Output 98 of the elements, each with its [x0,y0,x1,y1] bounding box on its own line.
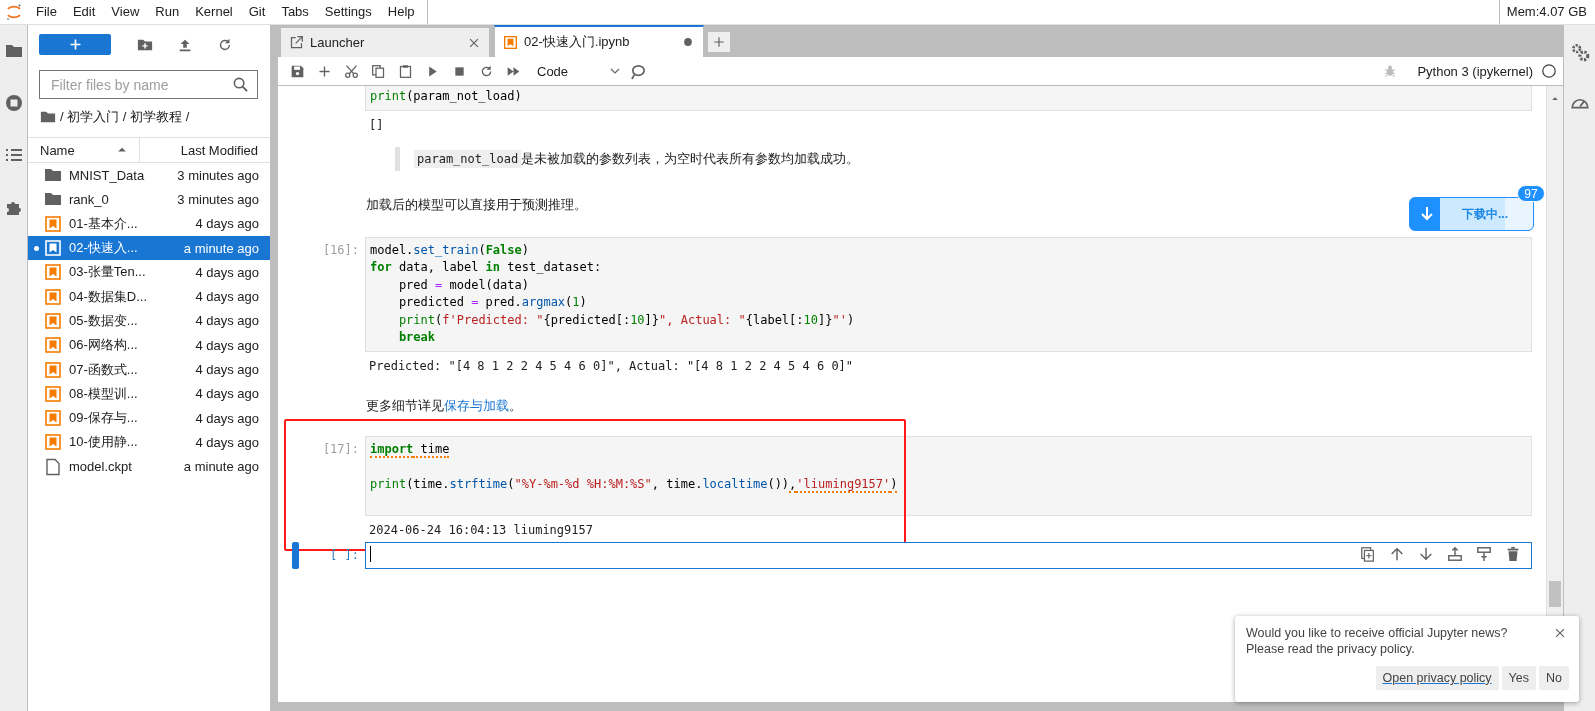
notebook-icon [44,263,62,282]
notebook-icon [44,287,62,306]
file-row[interactable]: 09-保存与... 4 days ago [28,405,270,431]
code-editor[interactable]: import time print(time.strftime("%Y-%m-%d %H:%M:%S", time.localtime()),'liuming9157') [365,435,1532,516]
menu-item[interactable]: Edit [64,0,104,24]
paragraph: 加载后的模型可以直接用于预测推理。 [366,195,587,214]
insert-below-icon[interactable] [1476,545,1492,562]
breadcrumb[interactable]: / 初学入门 / 初学教程 / [60,108,190,126]
file-row[interactable]: 05-数据变... 4 days ago [28,308,270,334]
tab[interactable]: 02-快速入门.ipynb [494,25,704,57]
code-line: print(time.strftime("%Y-%m-%d %H:%M:%S", time.localtime()),'liuming9157') [370,475,898,493]
trash-icon[interactable] [1505,545,1521,562]
text-cursor [370,546,371,562]
menu-item[interactable]: View [103,0,148,24]
file-row[interactable]: 04-数据集D... 4 days ago [28,284,270,309]
cell-prompt: [ ]: [330,547,359,562]
link[interactable]: 保存与加载 [444,397,509,413]
file-row[interactable]: 03-张量Ten... 4 days ago [28,260,270,285]
code-editor[interactable] [365,541,1532,569]
notebook-icon [44,409,62,428]
code-line: print(param_not_load) [370,88,522,105]
arrow-down-icon[interactable] [1418,545,1434,562]
active-cell-bar[interactable] [292,541,299,569]
code-editor[interactable]: model.set_train(False) for data, label in test_dataset: pred = model(data) predicted = pred.argmax(1) print(f'Predicted: "{predicted[:10]}", Actual: "{label[:10]}"') break [365,236,1532,352]
cell-prompt: [16]: [322,242,359,257]
code-line: import time [370,440,450,458]
scroll-thumb[interactable] [1549,581,1561,607]
file-row[interactable]: 10-使用静... 4 days ago [28,430,270,455]
menu-item[interactable]: Run [147,0,188,24]
code-line: for data, label in test_dataset: [370,259,602,276]
file-row[interactable]: MNIST_Data 3 minutes ago [28,163,270,188]
notebook-icon [44,360,62,379]
paste-icon[interactable] [398,63,413,79]
menu-item[interactable]: File [28,0,65,24]
code-line: print(f'Predicted: "{predicted[:10]}", Actual: "{label[:10]}"') [397,311,855,329]
column-header[interactable]: Last Modified [140,138,270,162]
folder-icon[interactable] [40,109,56,125]
notebook-icon [44,311,62,330]
kernel-name[interactable]: Python 3 (ipykernel) [1417,63,1533,79]
file-row[interactable]: 07-函数式... 4 days ago [28,357,270,382]
download-icon [1418,205,1436,223]
filter-box[interactable]: Filter files by name [39,70,258,99]
code-line: break [397,329,436,346]
file-row[interactable]: 01-基本介... 4 days ago [28,211,270,236]
menu-item[interactable]: Help [379,0,423,24]
notebook-icon [44,336,62,355]
notification-button[interactable]: No [1539,666,1569,690]
folder-icon[interactable] [4,42,23,60]
file-row[interactable]: 08-模型训... 4 days ago [28,381,270,406]
notebook-icon [503,34,518,50]
notification-button[interactable]: Yes [1501,666,1536,690]
arrow-up-icon[interactable] [1389,545,1405,562]
save-icon[interactable] [290,63,305,79]
file-row[interactable]: 06-网络构... 4 days ago [28,333,270,358]
code-line: pred = model(data) [397,276,529,294]
cell-output: 2024-06-24 16:04:13 liuming9157 [369,522,593,537]
file-row[interactable]: model.ckpt a minute ago [28,454,270,479]
stop-circle-icon[interactable] [4,94,23,112]
jupyter-logo [5,3,23,21]
close-icon[interactable] [1553,626,1567,640]
unsaved-dot-icon[interactable] [681,35,695,49]
kernel-status-icon [1541,63,1557,79]
cell-type-dropdown[interactable]: Code [537,61,621,81]
insert-above-icon[interactable] [1447,545,1463,562]
notebook-icon [44,433,62,452]
gears-icon[interactable] [1569,42,1590,62]
cut-icon[interactable] [344,63,359,79]
paragraph: 更多细节详见保存与加载。 [366,396,522,415]
notebook-icon [44,384,62,403]
list-icon[interactable] [4,146,23,164]
tab[interactable]: Launcher [280,27,490,57]
menu-item[interactable]: Git [240,0,274,24]
quote-text: param_not_load 是未被加载的参数列表，为空时代表所有参数均加载成功。 [414,148,860,169]
notification-text: Please read the privacy policy. [1246,641,1415,657]
launcher-icon [289,35,304,50]
memory-usage: Mem:4.07 GB [1498,0,1595,24]
file-icon [44,457,62,476]
code-line: predicted = pred.argmax(1) [397,294,587,311]
code-editor[interactable]: print(param_not_load) [365,86,1532,111]
code-line: model.set_train(False) [370,241,529,259]
notebook-icon [44,239,62,258]
copy-icon[interactable] [371,63,386,79]
search-icon[interactable] [232,76,249,93]
file-row[interactable]: 02-快速入... a minute ago [28,235,270,261]
cell-prompt: [17]: [322,441,359,456]
cell-output: Predicted: "[4 8 1 2 2 4 5 4 6 0]", Actual: "[4 8 1 2 2 4 5 4 6 0]" [369,358,854,373]
notification-text: Would you like to receive official Jupyter news? [1246,625,1508,641]
column-header[interactable]: Name [28,138,140,162]
duplicate-icon[interactable] [1360,545,1376,562]
menu-item[interactable]: Settings [316,0,380,24]
menu-item[interactable]: Kernel [187,0,241,24]
menu-item[interactable]: Tabs [273,0,317,24]
notebook-icon [44,214,62,233]
file-row[interactable]: rank_0 3 minutes ago [28,187,270,212]
privacy-link-button[interactable]: Open privacy policy [1375,666,1499,690]
lasso-icon[interactable] [629,62,646,80]
cell-output: [] [369,117,384,132]
restart-icon[interactable] [479,63,494,79]
